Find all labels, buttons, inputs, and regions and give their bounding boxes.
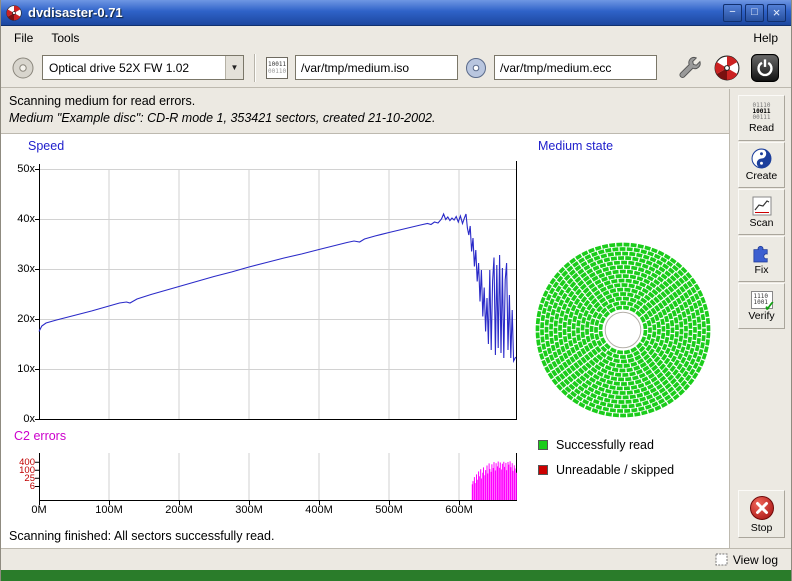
- maximize-icon: □: [751, 7, 758, 18]
- stop-icon: [749, 495, 775, 521]
- about-logo-button[interactable]: [712, 52, 742, 84]
- desktop-strip: [1, 570, 791, 581]
- iso-path-input[interactable]: [295, 55, 458, 80]
- legend-item-read: Successfully read: [538, 438, 674, 452]
- checkmark-icon: ✓: [764, 299, 776, 313]
- view-log-label: View log: [733, 553, 778, 567]
- menu-file[interactable]: File: [5, 29, 42, 47]
- minimize-icon: −: [729, 7, 735, 18]
- y-tick-50x: 50x: [3, 163, 35, 175]
- minimize-button[interactable]: −: [723, 4, 742, 22]
- scan-button[interactable]: Scan: [738, 189, 785, 235]
- chevron-down-icon: ▼: [225, 56, 243, 79]
- x-tick-100m: 100M: [89, 504, 129, 516]
- ecc-file-icon: [465, 57, 487, 79]
- create-button-label: Create: [746, 170, 778, 182]
- titlebar[interactable]: dvdisaster-0.71 − □ ×: [1, 0, 791, 26]
- operation-status-line: Scanning medium for read errors.: [9, 94, 721, 108]
- image-file-icon: 10011 00110: [266, 57, 288, 79]
- medium-state-title: Medium state: [538, 139, 613, 153]
- power-icon: [751, 54, 779, 82]
- legend-label-read: Successfully read: [556, 438, 654, 452]
- drive-status-icon: [11, 56, 35, 80]
- y-tick-0x: 0x: [3, 413, 35, 425]
- color-wheel-icon: [714, 55, 740, 81]
- x-tick-500m: 500M: [369, 504, 409, 516]
- medium-info-line: Medium "Example disc": CD-R mode 1, 3534…: [9, 111, 721, 125]
- preferences-button[interactable]: [675, 52, 705, 84]
- scan-button-label: Scan: [750, 217, 774, 229]
- verify-binary-icon: 1110 1001 ✓: [751, 291, 773, 309]
- drive-select[interactable]: Optical drive 52X FW 1.02 ▼: [42, 55, 244, 80]
- read-icon-line3: 00111: [752, 115, 770, 121]
- maximize-button[interactable]: □: [745, 4, 764, 22]
- x-tick-200m: 200M: [159, 504, 199, 516]
- legend-label-unreadable: Unreadable / skipped: [556, 463, 674, 477]
- y-tick-30x: 30x: [3, 263, 35, 275]
- bottom-bar: View log: [1, 548, 791, 570]
- menubar: File Tools Help: [1, 27, 791, 48]
- y-tick-40x: 40x: [3, 213, 35, 225]
- create-button[interactable]: Create: [738, 142, 785, 188]
- app-icon: [6, 5, 22, 21]
- legend-swatch-read: [538, 440, 548, 450]
- view-log-button[interactable]: View log: [710, 552, 783, 568]
- x-tick-400m: 400M: [299, 504, 339, 516]
- read-binary-icon: 01110 10011 00111: [752, 103, 770, 121]
- app-window: dvdisaster-0.71 − □ × File Tools Help Op…: [0, 0, 792, 581]
- drive-select-value: Optical drive 52X FW 1.02: [43, 61, 225, 75]
- stop-button-label: Stop: [751, 522, 773, 534]
- toolbar: Optical drive 52X FW 1.02 ▼ 10011 00110: [1, 48, 791, 88]
- image-file-icon-text2: 00110: [268, 68, 286, 75]
- puzzle-icon: [751, 242, 772, 263]
- stop-button[interactable]: Stop: [738, 490, 785, 538]
- fix-button[interactable]: Fix: [738, 236, 785, 282]
- toolbar-separator: [254, 54, 256, 82]
- image-file-icon-text: 10011: [268, 61, 286, 68]
- log-icon: [715, 553, 728, 566]
- read-button[interactable]: 01110 10011 00111 Read: [738, 95, 785, 141]
- x-tick-300m: 300M: [229, 504, 269, 516]
- close-button[interactable]: ×: [767, 4, 786, 22]
- yin-yang-icon: [751, 148, 772, 169]
- y-tick-20x: 20x: [3, 313, 35, 325]
- speed-chart-title: Speed: [28, 139, 64, 153]
- c2-tick-6: 6: [7, 481, 35, 492]
- window-title: dvdisaster-0.71: [28, 5, 123, 20]
- read-button-label: Read: [749, 122, 774, 134]
- x-tick-600m: 600M: [439, 504, 479, 516]
- legend-item-unreadable: Unreadable / skipped: [538, 463, 674, 477]
- scan-result-status: Scanning finished: All sectors successfu…: [9, 529, 274, 543]
- quit-button[interactable]: [749, 52, 781, 84]
- fix-button-label: Fix: [755, 264, 769, 276]
- close-icon: ×: [773, 6, 781, 19]
- c2-chart-title: C2 errors: [14, 429, 66, 443]
- y-tick-10x: 10x: [3, 363, 35, 375]
- scan-chart-icon: [752, 196, 772, 216]
- ecc-path-input[interactable]: [494, 55, 657, 80]
- medium-state-legend: Successfully read Unreadable / skipped: [538, 438, 674, 488]
- action-sidebar: 01110 10011 00111 Read Create: [730, 89, 792, 548]
- x-tick-0m: 0M: [19, 504, 59, 516]
- menu-help[interactable]: Help: [744, 29, 787, 47]
- medium-state-disc: [533, 240, 713, 420]
- operation-status-area: Scanning medium for read errors. Medium …: [1, 89, 730, 134]
- verify-button[interactable]: 1110 1001 ✓ Verify: [738, 283, 785, 329]
- legend-swatch-unreadable: [538, 465, 548, 475]
- menu-tools[interactable]: Tools: [42, 29, 88, 47]
- wrench-icon: [677, 55, 703, 81]
